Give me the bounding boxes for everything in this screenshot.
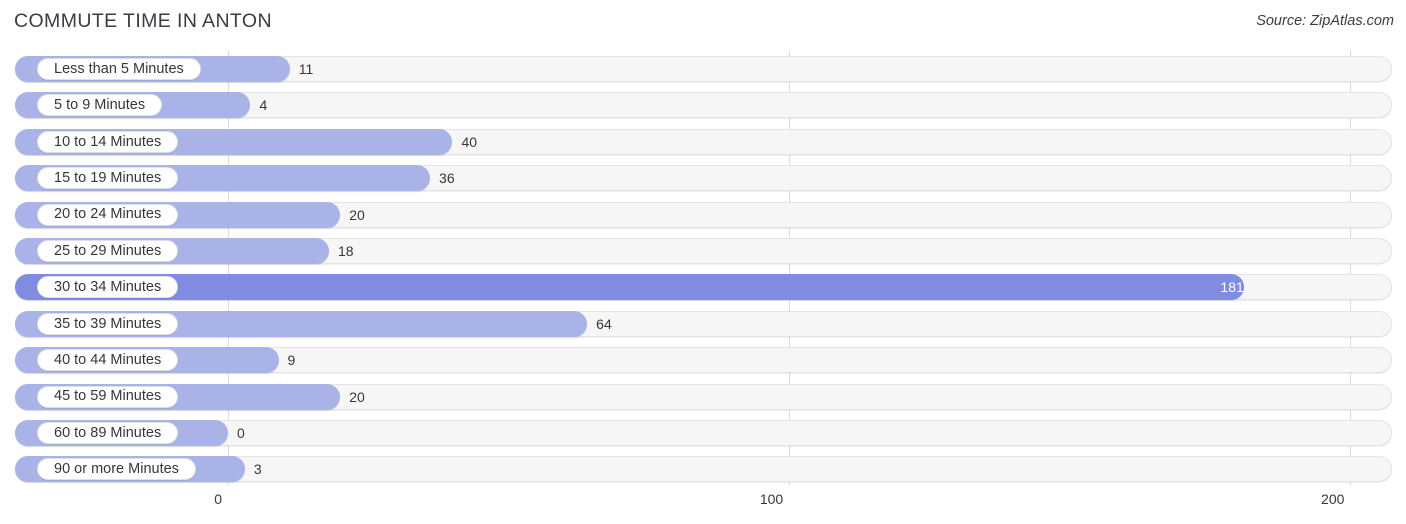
bar-category-label: 25 to 29 Minutes — [54, 242, 162, 259]
bar-category-pill: 10 to 14 Minutes — [37, 130, 179, 153]
bar-category-label: 5 to 9 Minutes — [54, 97, 146, 114]
bar-row[interactable]: 5 to 9 Minutes 4 — [15, 92, 1392, 119]
x-axis-tick-label: 200 — [1321, 491, 1345, 507]
bar-row[interactable]: 30 to 34 Minutes 181 — [15, 274, 1392, 301]
bar-category-pill: 35 to 39 Minutes — [37, 312, 179, 335]
bar-value-label: 20 — [349, 388, 365, 405]
bar-category-label: 60 to 89 Minutes — [54, 424, 162, 441]
bar-row[interactable]: 25 to 29 Minutes 18 — [15, 238, 1392, 264]
bar-row[interactable]: 15 to 19 Minutes 36 — [15, 165, 1392, 192]
bar-value-label: 40 — [461, 133, 478, 150]
bar-category-label: 90 or more Minutes — [54, 461, 179, 478]
bar-row[interactable]: 45 to 59 Minutes 20 — [15, 383, 1392, 410]
bar-value-label: 11 — [298, 61, 314, 77]
bar-category-label: Less than 5 Minutes — [54, 60, 184, 77]
bar-row[interactable]: 60 to 89 Minutes 0 — [15, 420, 1392, 446]
bar-row[interactable]: Less than 5 Minutes 11 — [15, 56, 1392, 82]
bar-value-label: 18 — [338, 243, 354, 259]
bar-row[interactable]: 20 to 24 Minutes 20 — [15, 201, 1392, 228]
bar-category-label: 15 to 19 Minutes — [54, 169, 162, 186]
bar-category-pill: 60 to 89 Minutes — [37, 422, 179, 444]
x-axis-tick-label: 100 — [759, 491, 784, 507]
bar-value-label: 0 — [237, 425, 245, 441]
bar-category-label: 45 to 59 Minutes — [54, 388, 162, 405]
bar-category-pill: 20 to 24 Minutes — [37, 203, 179, 226]
bar-category-pill: 5 to 9 Minutes — [37, 94, 163, 117]
bar-category-pill: 15 to 19 Minutes — [37, 167, 179, 190]
chart-header: COMMUTE TIME IN ANTON Source: ZipAtlas.c… — [0, 0, 1406, 46]
page-title: COMMUTE TIME IN ANTON — [14, 10, 272, 32]
bar-value-label: 20 — [349, 206, 365, 223]
bar-category-pill: 25 to 29 Minutes — [37, 240, 179, 262]
bar-row[interactable]: 35 to 39 Minutes 64 — [15, 310, 1392, 337]
x-axis-tick-label: 0 — [214, 491, 222, 507]
bar-value-label: 64 — [596, 315, 612, 332]
bar-category-pill: 40 to 44 Minutes — [37, 349, 179, 372]
bar-category-pill: 45 to 59 Minutes — [37, 385, 179, 408]
bar-value-label: 4 — [259, 97, 268, 114]
bar-value-label: 3 — [253, 461, 262, 478]
bar-row[interactable]: 90 or more Minutes 3 — [15, 456, 1392, 483]
bar-value-label: 181 — [1220, 279, 1244, 296]
source-attribution: Source: ZipAtlas.com — [1256, 13, 1394, 29]
bar-value-label: 9 — [287, 352, 296, 369]
bar-category-label: 20 to 24 Minutes — [54, 206, 162, 223]
x-axis: 0 100 200 — [0, 487, 1406, 524]
bar-category-label: 40 to 44 Minutes — [54, 351, 162, 368]
bar-row[interactable]: 10 to 14 Minutes 40 — [15, 128, 1392, 155]
chart-plot-area: Less than 5 Minutes 11 5 to 9 Minutes 4 10 t… — [0, 46, 1406, 487]
bar-row[interactable]: 40 to 44 Minutes 9 — [15, 347, 1392, 374]
bar-value-label: 36 — [439, 170, 455, 187]
bar-category-label: 10 to 14 Minutes — [54, 133, 162, 150]
bar-rows: Less than 5 Minutes 11 5 to 9 Minutes 4 10 t… — [0, 46, 1406, 487]
bar-category-pill: Less than 5 Minutes — [37, 58, 201, 80]
bar-category-label: 35 to 39 Minutes — [54, 315, 162, 332]
bar-category-pill: 90 or more Minutes — [37, 458, 196, 481]
